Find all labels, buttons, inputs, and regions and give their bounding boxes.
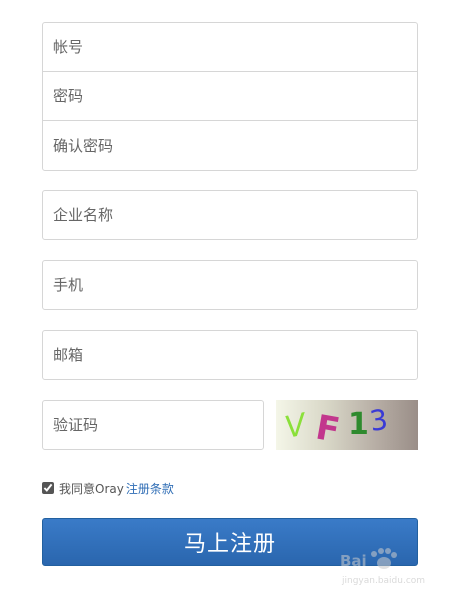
terms-link[interactable]: 注册条款 <box>126 480 174 497</box>
agreement-text: 我同意Oray <box>59 481 124 496</box>
agreement-checkbox[interactable] <box>42 482 54 494</box>
username-input[interactable] <box>43 23 417 72</box>
agreement-row[interactable]: 我同意Oray 注册条款 <box>42 480 174 496</box>
captcha-char-1: V <box>282 407 312 446</box>
captcha-input[interactable] <box>42 400 264 450</box>
captcha-char-2: F <box>313 408 343 450</box>
confirm-password-input[interactable] <box>43 121 417 170</box>
phone-input[interactable] <box>42 260 418 310</box>
captcha-char-3: 1 <box>348 407 369 442</box>
captcha-image-graphic: V F 1 3 <box>282 403 390 450</box>
watermark-url: jingyan.baidu.com <box>342 576 426 586</box>
company-name-input[interactable] <box>42 190 418 240</box>
password-input[interactable] <box>43 72 417 121</box>
paw-icon <box>371 548 397 569</box>
watermark-main-text: Bai <box>340 552 367 570</box>
captcha-char-4: 3 <box>368 403 390 438</box>
baidu-jingyan-watermark: Bai jingyan.baidu.com <box>340 548 452 590</box>
captcha-image[interactable]: V F 1 3 <box>276 400 418 450</box>
account-fields-group <box>42 22 418 171</box>
email-input[interactable] <box>42 330 418 380</box>
